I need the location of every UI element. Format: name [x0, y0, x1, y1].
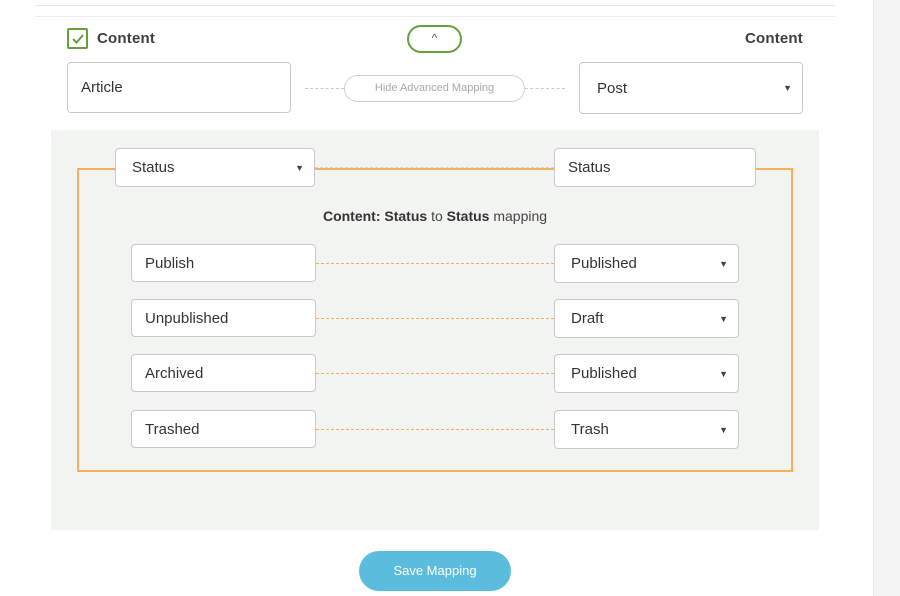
source-value-field[interactable]: Trashed	[131, 410, 316, 448]
source-value: Publish	[145, 254, 195, 272]
content-checkbox[interactable]	[67, 28, 88, 49]
source-value-field[interactable]: Archived	[131, 354, 316, 392]
caret-down-icon: ▼	[719, 424, 728, 435]
right-gutter	[873, 0, 900, 596]
hide-advanced-mapping-button[interactable]: Hide Advanced Mapping	[344, 75, 525, 102]
value-connector-line	[316, 429, 554, 430]
source-field-select[interactable]: Status ▼	[115, 148, 315, 187]
top-divider	[35, 5, 835, 6]
mapping-title-source: Status	[384, 208, 428, 224]
target-type-value: Post	[597, 79, 628, 97]
source-field-value: Status	[132, 159, 175, 176]
mapping-title-prefix: Content:	[322, 208, 385, 224]
target-section-title: Content	[744, 30, 803, 47]
target-value: Published	[571, 255, 637, 272]
source-value: Trashed	[145, 420, 200, 438]
connector-line-left	[305, 88, 344, 89]
mapping-title-target: Status	[446, 208, 490, 224]
collapse-toggle-button[interactable]: ^	[407, 25, 462, 53]
target-field-input[interactable]: Status	[554, 148, 756, 187]
target-field-value: Status	[568, 159, 611, 176]
source-type-field[interactable]: Article	[67, 62, 291, 113]
save-mapping-button[interactable]: Save Mapping	[359, 551, 511, 591]
target-value: Draft	[571, 310, 604, 327]
target-value-select[interactable]: Draft ▼	[554, 299, 739, 338]
check-icon	[72, 34, 84, 44]
value-connector-line	[316, 373, 554, 374]
mapping-title-suffix: mapping	[489, 208, 548, 224]
caret-down-icon: ▼	[719, 258, 728, 269]
connector-line-right	[525, 88, 565, 89]
source-type-value: Article	[81, 79, 123, 96]
top-divider-2	[35, 16, 835, 17]
target-type-select[interactable]: Post ▼	[579, 62, 803, 114]
target-value-select[interactable]: Published ▼	[554, 354, 739, 393]
source-value-field[interactable]: Unpublished	[131, 299, 316, 337]
mapping-title-to: to	[427, 208, 447, 224]
source-section-title: Content	[97, 30, 156, 47]
target-value-select[interactable]: Trash ▼	[554, 410, 739, 449]
caret-down-icon: ▼	[295, 162, 304, 173]
caret-down-icon: ▼	[719, 368, 728, 379]
mapping-title: Content: Status to Status mapping	[77, 208, 793, 224]
chevron-up-icon: ^	[431, 31, 438, 45]
target-value-select[interactable]: Published ▼	[554, 244, 739, 283]
source-value-field[interactable]: Publish	[131, 244, 316, 282]
source-value: Archived	[145, 364, 204, 382]
caret-down-icon: ▼	[783, 83, 792, 93]
target-value: Trash	[571, 421, 609, 438]
value-connector-line	[316, 263, 554, 264]
source-value: Unpublished	[145, 309, 229, 327]
value-connector-line	[316, 318, 554, 319]
field-connector-line	[315, 167, 554, 168]
caret-down-icon: ▼	[719, 313, 728, 324]
target-value: Published	[571, 365, 637, 382]
